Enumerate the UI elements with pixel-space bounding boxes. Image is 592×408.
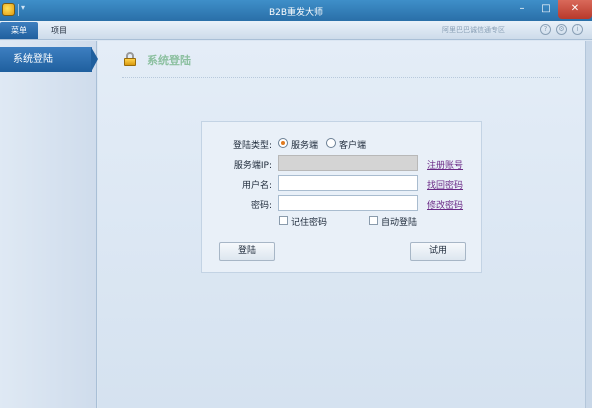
- radio-client-label[interactable]: 客户端: [339, 138, 366, 151]
- page-title: 系统登陆: [147, 54, 191, 67]
- server-ip-field[interactable]: [278, 155, 418, 171]
- auto-login-checkbox[interactable]: [369, 216, 378, 225]
- username-field[interactable]: [278, 175, 418, 191]
- radio-server[interactable]: [278, 138, 288, 148]
- remember-password-label[interactable]: 记住密码: [291, 215, 327, 228]
- window-title: B2B重发大师: [268, 8, 324, 18]
- tab-menu[interactable]: 菜单: [0, 22, 38, 39]
- ribbon-tab-bar: 菜单 项目 阿里巴巴诚信通专区 ? ⚙ i: [0, 21, 592, 40]
- password-field[interactable]: [278, 195, 418, 211]
- scrollbar[interactable]: [585, 41, 592, 408]
- sidebar-item-system-login[interactable]: 系统登陆: [0, 47, 92, 72]
- sidebar: 系统登陆: [0, 41, 98, 408]
- lock-body: [124, 58, 136, 66]
- lock-icon: [124, 52, 136, 66]
- maximize-button[interactable]: □: [536, 0, 556, 19]
- minimize-button[interactable]: –: [512, 0, 532, 19]
- password-label: 密码:: [250, 201, 272, 211]
- trial-button[interactable]: 试用: [410, 242, 466, 261]
- title-divider: [122, 77, 560, 78]
- auto-login-label[interactable]: 自动登陆: [381, 215, 417, 228]
- help-icon[interactable]: ?: [540, 24, 551, 35]
- close-button[interactable]: ✕: [558, 0, 592, 19]
- title-bar: ▾ B2B重发大师 – □ ✕: [0, 0, 592, 21]
- remember-password-checkbox[interactable]: [279, 216, 288, 225]
- username-label: 用户名:: [241, 181, 272, 191]
- radio-client[interactable]: [326, 138, 336, 148]
- login-type-label: 登陆类型:: [232, 141, 272, 151]
- login-button[interactable]: 登陆: [219, 242, 275, 261]
- info-icon[interactable]: i: [572, 24, 583, 35]
- ribbon-status-text[interactable]: 阿里巴巴诚信通专区: [442, 25, 505, 37]
- register-account-link[interactable]: 注册账号: [427, 158, 463, 171]
- find-password-link[interactable]: 找回密码: [427, 178, 463, 191]
- sidebar-active-arrow: [91, 47, 98, 72]
- change-password-link[interactable]: 修改密码: [427, 198, 463, 211]
- server-ip-label: 服务端IP:: [233, 161, 272, 171]
- radio-server-label[interactable]: 服务端: [291, 138, 318, 151]
- gear-icon[interactable]: ⚙: [556, 24, 567, 35]
- tab-project[interactable]: 项目: [44, 22, 74, 39]
